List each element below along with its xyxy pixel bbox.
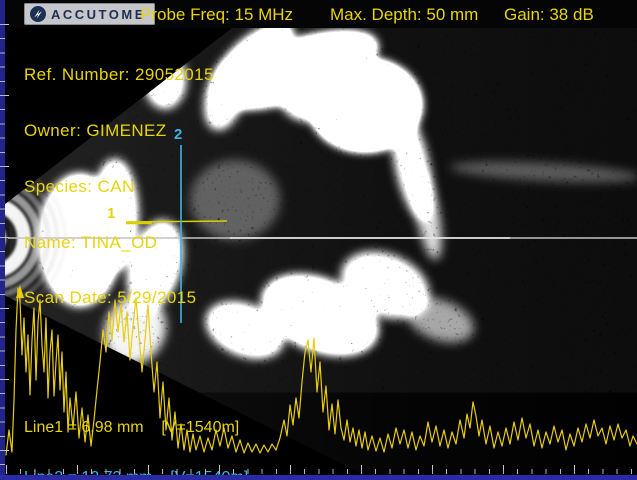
accutome-logo-icon bbox=[30, 6, 46, 22]
gain-readout: Gain: 38 dB bbox=[504, 5, 594, 25]
scan-date: Scan Date: 5/29/2015 bbox=[24, 289, 214, 308]
probe-freq-readout: Probe Freq: 15 MHz bbox=[140, 5, 293, 25]
left-ruler-minor-ticks bbox=[0, 24, 5, 474]
bottom-border bbox=[0, 475, 637, 480]
patient-info: Ref. Number: 29052015 Owner: GIMENEZ Spe… bbox=[24, 29, 214, 345]
ref-number: Ref. Number: 29052015 bbox=[24, 66, 214, 85]
species: Species: CAN bbox=[24, 178, 214, 197]
line1-readout: Line1 = 6.98 mm [V=1540m] bbox=[24, 420, 248, 437]
ultrasound-screen: ACCUTOME Probe Freq: 15 MHz Max. Depth: … bbox=[0, 0, 637, 480]
accutome-logo: ACCUTOME bbox=[24, 3, 155, 25]
bottom-ruler-minor-ticks bbox=[6, 469, 637, 474]
max-depth-readout: Max. Depth: 50 mm bbox=[330, 5, 478, 25]
patient-name: Name: TINA_OD bbox=[24, 234, 214, 253]
logo-text: ACCUTOME bbox=[51, 8, 146, 21]
owner: Owner: GIMENEZ bbox=[24, 122, 214, 141]
